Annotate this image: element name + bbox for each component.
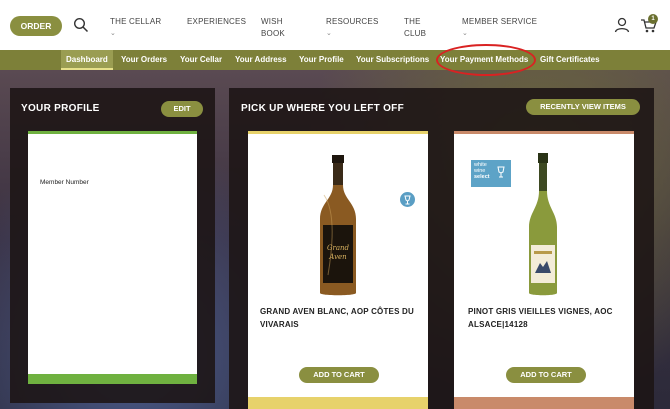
subnav-your-orders[interactable]: Your Orders bbox=[121, 50, 167, 70]
nav-the-cellar[interactable]: THE CELLAR bbox=[110, 16, 161, 28]
profile-card: Member Number bbox=[28, 131, 197, 384]
nav-the-club[interactable]: THE CLUB bbox=[404, 16, 434, 40]
product-card-accent bbox=[454, 131, 634, 134]
wine-bottle-image bbox=[529, 153, 557, 296]
subnav-gift-certificates[interactable]: Gift Certificates bbox=[540, 50, 600, 70]
subnav-your-address[interactable]: Your Address bbox=[235, 50, 287, 70]
subnav-dashboard[interactable]: Dashboard bbox=[61, 50, 113, 70]
profile-card-footer-bar bbox=[28, 374, 197, 384]
recently-viewed-items-button[interactable]: RECENTLY VIEW ITEMS bbox=[526, 99, 640, 115]
wine-glass-icon bbox=[400, 192, 415, 207]
profile-card-accent bbox=[28, 131, 197, 134]
svg-text:Grand: Grand bbox=[327, 244, 350, 252]
order-button[interactable]: ORDER bbox=[10, 16, 62, 36]
chevron-down-icon: ⌄ bbox=[326, 30, 332, 37]
user-icon[interactable] bbox=[614, 17, 630, 33]
nav-experiences[interactable]: EXPERIENCES bbox=[187, 16, 246, 28]
wine-glass-icon bbox=[497, 166, 505, 178]
search-icon[interactable] bbox=[73, 17, 89, 33]
white-wine-select-badge: white wine select bbox=[471, 160, 511, 187]
product-card[interactable]: white wine select PINOT GRIS VIEILLES VI… bbox=[454, 131, 634, 409]
product-name-line2: VIVARAIS bbox=[260, 320, 299, 329]
add-to-cart-button[interactable]: ADD TO CART bbox=[506, 367, 586, 383]
edit-profile-button[interactable]: EDIT bbox=[161, 101, 203, 117]
wine-bottle-image: Grand Aven bbox=[320, 155, 356, 296]
nav-wish-book[interactable]: WISH BOOK bbox=[261, 16, 291, 40]
product-card[interactable]: Grand Aven GRAND AVEN BLANC, AOP CÔTES D… bbox=[248, 131, 428, 409]
chevron-down-icon: ⌄ bbox=[110, 30, 116, 37]
member-number-label: Member Number bbox=[40, 179, 89, 186]
highlight-circle-annotation bbox=[436, 44, 536, 76]
subnav-your-subscriptions[interactable]: Your Subscriptions bbox=[356, 50, 429, 70]
badge-text-line: select bbox=[474, 174, 490, 180]
profile-panel: YOUR PROFILE EDIT Member Number bbox=[10, 88, 215, 403]
product-name-line1: GRAND AVEN BLANC, AOP CÔTES DU bbox=[260, 307, 415, 316]
recent-items-title: PICK UP WHERE YOU LEFT OFF bbox=[241, 103, 404, 114]
cart-count-badge: 1 bbox=[648, 14, 658, 24]
nav-member-service[interactable]: MEMBER SERVICE bbox=[462, 16, 537, 28]
nav-resources[interactable]: RESOURCES bbox=[326, 16, 378, 28]
subnav-your-profile[interactable]: Your Profile bbox=[299, 50, 344, 70]
product-card-footer-strip bbox=[454, 397, 634, 409]
account-subnav: Dashboard Your Orders Your Cellar Your A… bbox=[0, 50, 670, 70]
profile-title: YOUR PROFILE bbox=[21, 103, 100, 114]
product-card-footer-strip bbox=[248, 397, 428, 409]
chevron-down-icon: ⌄ bbox=[462, 30, 468, 37]
recent-items-panel: PICK UP WHERE YOU LEFT OFF RECENTLY VIEW… bbox=[229, 88, 654, 409]
subnav-your-cellar[interactable]: Your Cellar bbox=[180, 50, 222, 70]
product-card-accent bbox=[248, 131, 428, 134]
product-name-line1: PINOT GRIS VIEILLES VIGNES, AOC bbox=[468, 307, 613, 316]
add-to-cart-button[interactable]: ADD TO CART bbox=[299, 367, 379, 383]
top-header: ORDER THE CELLAR ⌄ EXPERIENCES WISH BOOK… bbox=[0, 0, 670, 50]
product-name-line2: ALSACE|14128 bbox=[468, 320, 528, 329]
